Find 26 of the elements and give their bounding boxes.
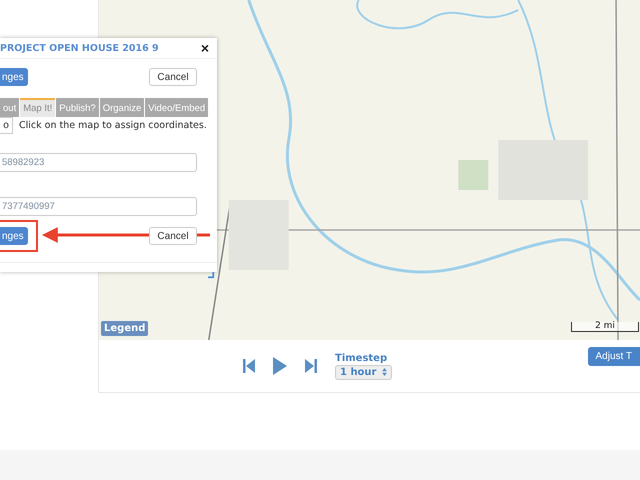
tab[interactable]: Map It! xyxy=(20,98,56,117)
tab[interactable]: out xyxy=(0,98,20,117)
timestep-select[interactable]: 1 hour xyxy=(335,364,392,380)
cancel-button[interactable]: Cancel xyxy=(149,227,197,245)
cancel-button[interactable]: Cancel xyxy=(149,68,197,86)
dialog-title: PROJECT OPEN HOUSE 2016 9 xyxy=(0,42,159,54)
close-button[interactable]: × xyxy=(200,40,209,56)
tab[interactable]: Organize xyxy=(100,98,144,117)
tab[interactable]: Video/Embed xyxy=(145,98,208,117)
adjust-button[interactable]: Adjust T xyxy=(588,347,640,366)
map-button[interactable]: o xyxy=(0,117,13,134)
park-area xyxy=(458,160,488,190)
coordinate-field[interactable]: 58982923 xyxy=(0,153,197,172)
skip-forward-icon[interactable] xyxy=(305,359,317,373)
save-button[interactable]: nges xyxy=(0,68,28,86)
play-icon[interactable] xyxy=(273,357,287,375)
urban-area xyxy=(228,200,289,270)
legend-button[interactable]: Legend xyxy=(101,321,148,336)
timestep-label: Timestep xyxy=(335,352,388,364)
instruction-text: Click on the map to assign coordinates. xyxy=(19,120,207,131)
save-button[interactable]: nges xyxy=(0,227,28,245)
updown-icon xyxy=(382,368,388,376)
coordinate-field[interactable]: 7377490997 xyxy=(0,197,197,216)
skip-back-icon[interactable] xyxy=(243,359,255,373)
tab[interactable]: Publish? xyxy=(56,98,99,117)
scale-bar: 2 mi xyxy=(571,322,639,332)
